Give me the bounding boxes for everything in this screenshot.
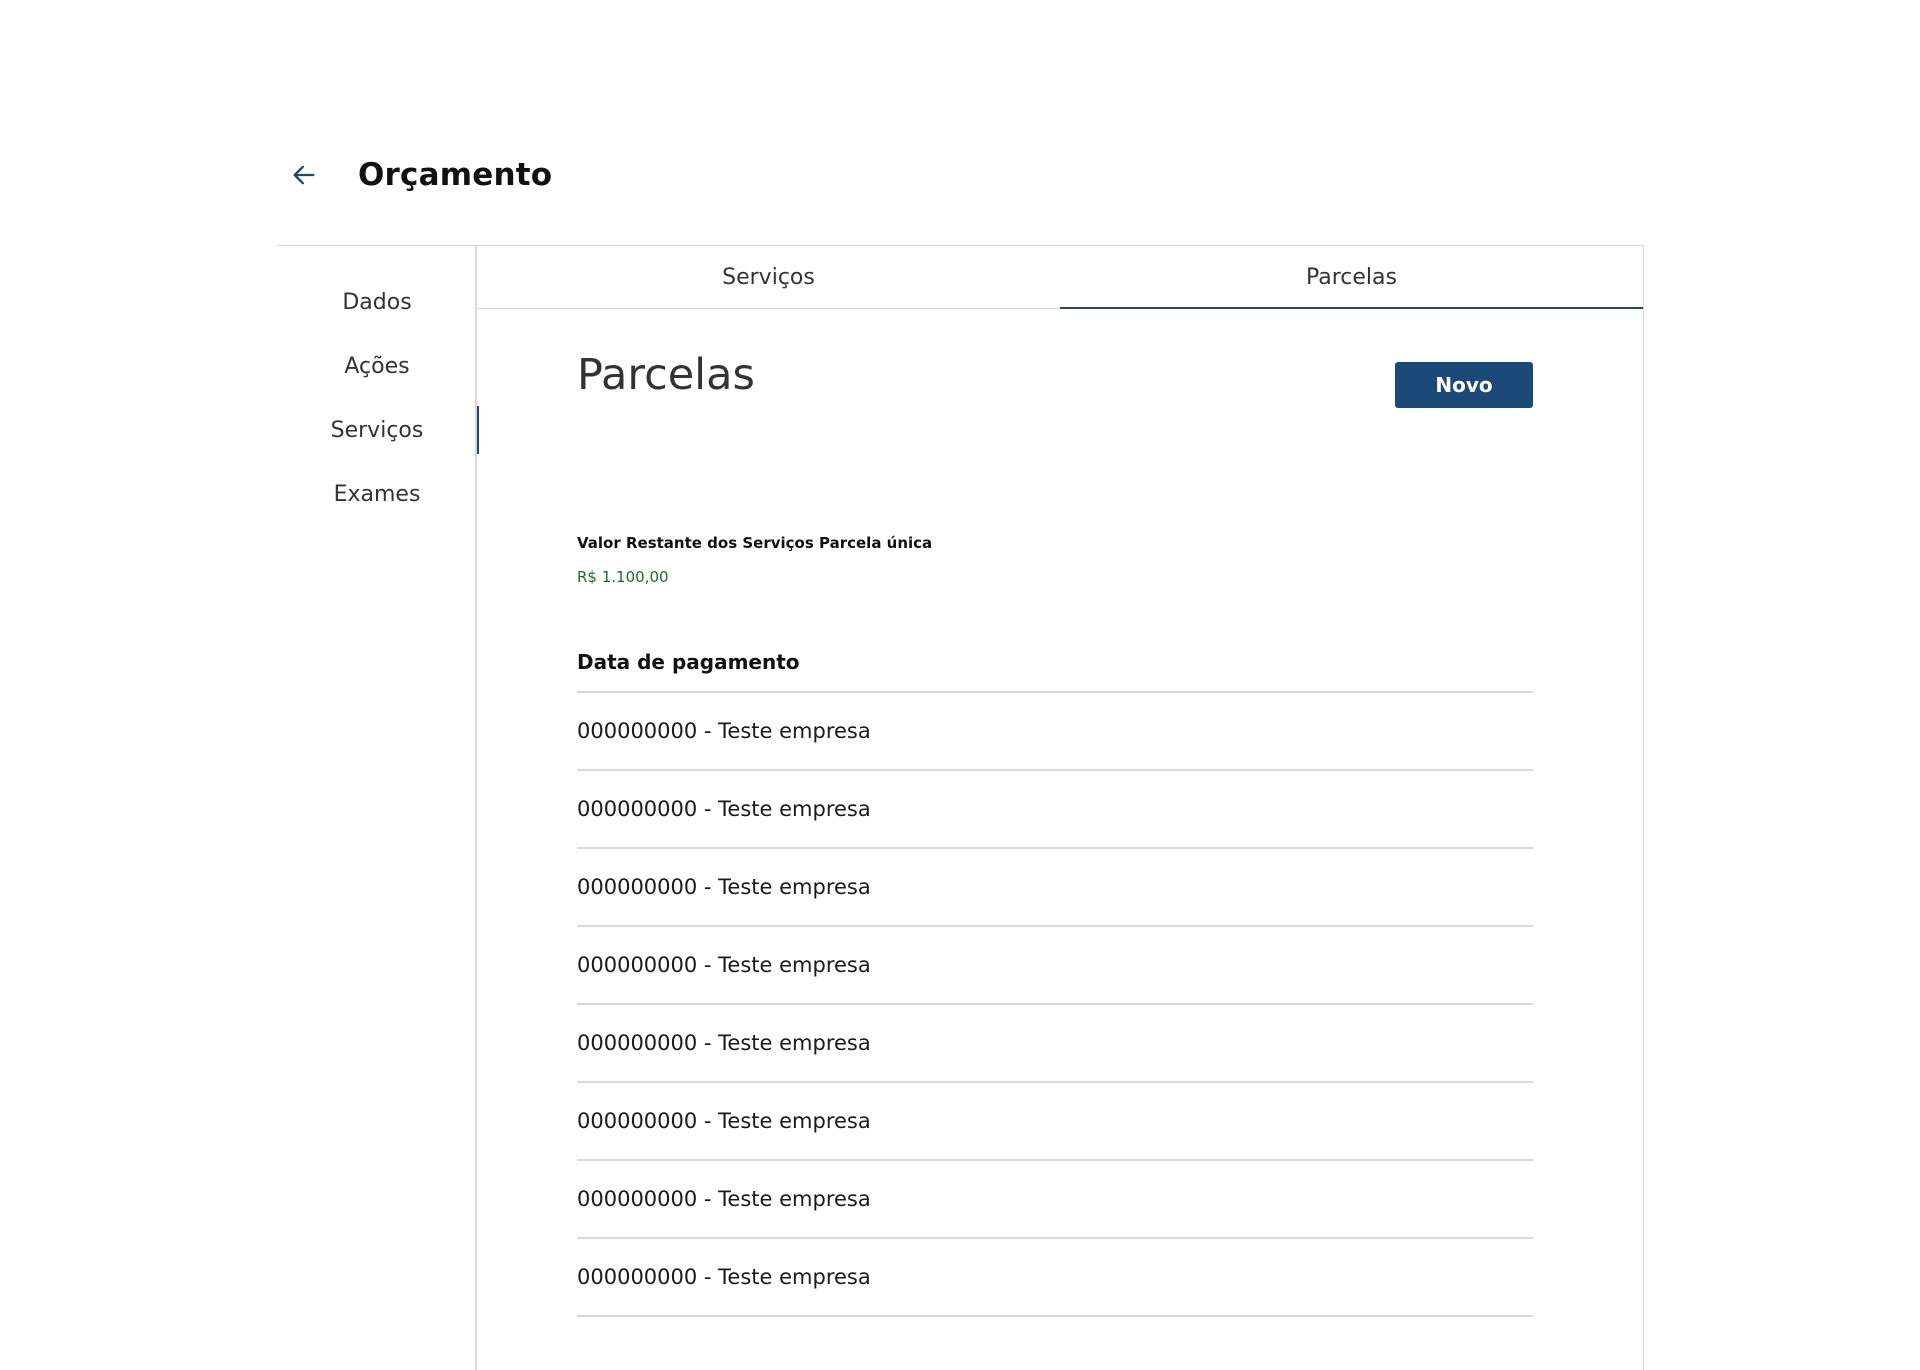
list-item[interactable]: 000000000 - Teste empresa bbox=[577, 849, 1533, 927]
sidebar-item-acoes[interactable]: Ações bbox=[277, 342, 477, 390]
arrow-left-icon bbox=[293, 165, 315, 185]
back-button[interactable] bbox=[284, 155, 324, 195]
list-header-payment-date: Data de pagamento bbox=[577, 633, 1533, 693]
remaining-value: R$ 1.100,00 bbox=[577, 568, 669, 586]
page-header: Orçamento bbox=[288, 150, 552, 200]
list-item[interactable]: 000000000 - Teste empresa bbox=[577, 771, 1533, 849]
sidebar: Dados Ações Serviços Exames bbox=[277, 246, 479, 1370]
list-item[interactable]: 000000000 - Teste empresa bbox=[577, 1161, 1533, 1239]
budget-panel: Dados Ações Serviços Exames Serviços Par… bbox=[277, 245, 1644, 1370]
payment-list: 000000000 - Teste empresa 000000000 - Te… bbox=[577, 693, 1533, 1317]
section-title: Parcelas bbox=[577, 350, 755, 400]
tab-servicos[interactable]: Serviços bbox=[477, 246, 1060, 308]
list-item[interactable]: 000000000 - Teste empresa bbox=[577, 927, 1533, 1005]
remaining-value-label: Valor Restante dos Serviços Parcela únic… bbox=[577, 534, 933, 552]
list-item[interactable]: 000000000 - Teste empresa bbox=[577, 1083, 1533, 1161]
sidebar-item-dados[interactable]: Dados bbox=[277, 278, 477, 326]
page-title: Orçamento bbox=[358, 157, 553, 193]
list-item[interactable]: 000000000 - Teste empresa bbox=[577, 693, 1533, 771]
list-item[interactable]: 000000000 - Teste empresa bbox=[577, 1239, 1533, 1317]
new-button[interactable]: Novo bbox=[1395, 362, 1533, 408]
list-item[interactable]: 000000000 - Teste empresa bbox=[577, 1005, 1533, 1083]
parcelas-content: Parcelas Novo Valor Restante dos Serviço… bbox=[577, 308, 1533, 1317]
section-header: Parcelas Novo bbox=[577, 308, 1533, 438]
tab-bar: Serviços Parcelas bbox=[477, 246, 1643, 309]
tab-parcelas[interactable]: Parcelas bbox=[1060, 246, 1643, 309]
sidebar-item-servicos[interactable]: Serviços bbox=[277, 406, 479, 454]
sidebar-item-exames[interactable]: Exames bbox=[277, 470, 477, 518]
